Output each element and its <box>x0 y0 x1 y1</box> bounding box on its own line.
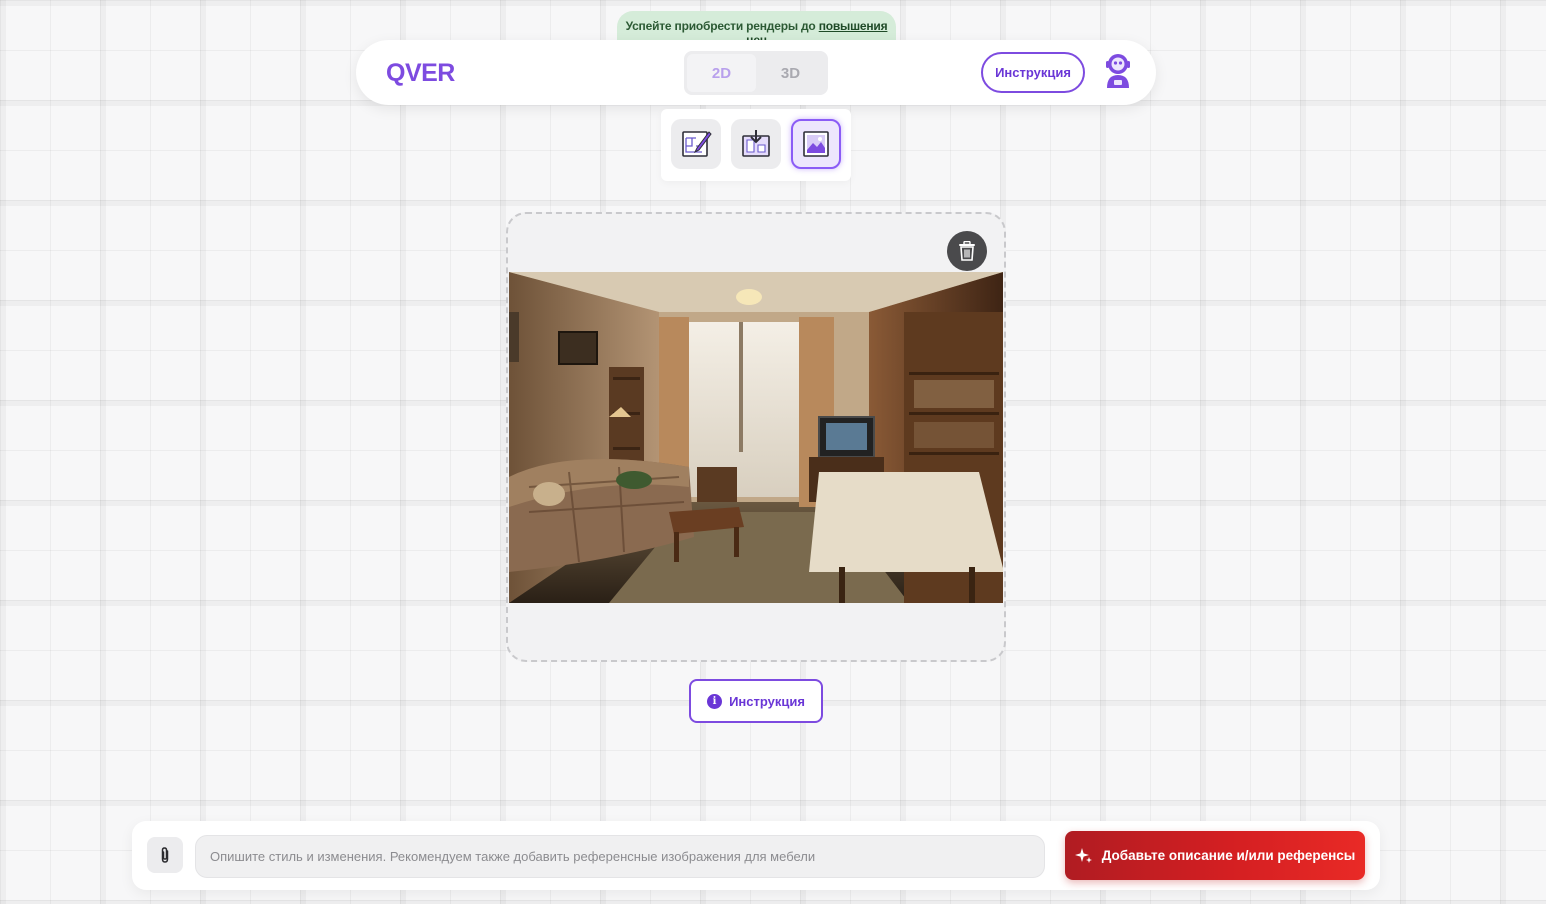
top-header: QVER 2D 3D Инструкция <box>356 40 1156 105</box>
mode-switch: 2D 3D <box>684 51 828 95</box>
room-photo <box>509 272 1003 603</box>
promo-text: Успейте приобрести рендеры до <box>625 19 816 33</box>
delete-image-button[interactable] <box>947 231 987 271</box>
import-plan-icon[interactable] <box>731 119 781 169</box>
instruction-button[interactable]: i Инструкция <box>689 679 823 723</box>
trash-icon <box>959 241 975 261</box>
mode-2d-tab[interactable]: 2D <box>687 54 756 92</box>
prompt-input[interactable] <box>195 835 1045 878</box>
photo-render-icon[interactable] <box>791 119 841 169</box>
paperclip-icon <box>161 847 169 863</box>
edit-plan-icon[interactable] <box>671 119 721 169</box>
submit-button-label: Добавьте описание и/или референсы <box>1101 848 1356 863</box>
sparkle-icon <box>1074 847 1092 863</box>
attach-button[interactable] <box>147 837 183 873</box>
logo[interactable]: QVER <box>386 59 455 88</box>
mode-3d-tab[interactable]: 3D <box>756 54 825 92</box>
promo-banner: Успейте приобрести рендеры до повышения … <box>617 11 896 47</box>
prompt-bar: Добавьте описание и/или референсы <box>132 821 1380 890</box>
robot-avatar-icon[interactable] <box>1101 52 1135 90</box>
tool-selector <box>661 109 851 181</box>
submit-button[interactable]: Добавьте описание и/или референсы <box>1065 831 1365 880</box>
info-icon: i <box>707 693 723 709</box>
image-drop-area[interactable] <box>506 212 1006 662</box>
instruction-button-label: Инструкция <box>729 693 805 709</box>
header-instruction-button[interactable]: Инструкция <box>981 52 1085 93</box>
